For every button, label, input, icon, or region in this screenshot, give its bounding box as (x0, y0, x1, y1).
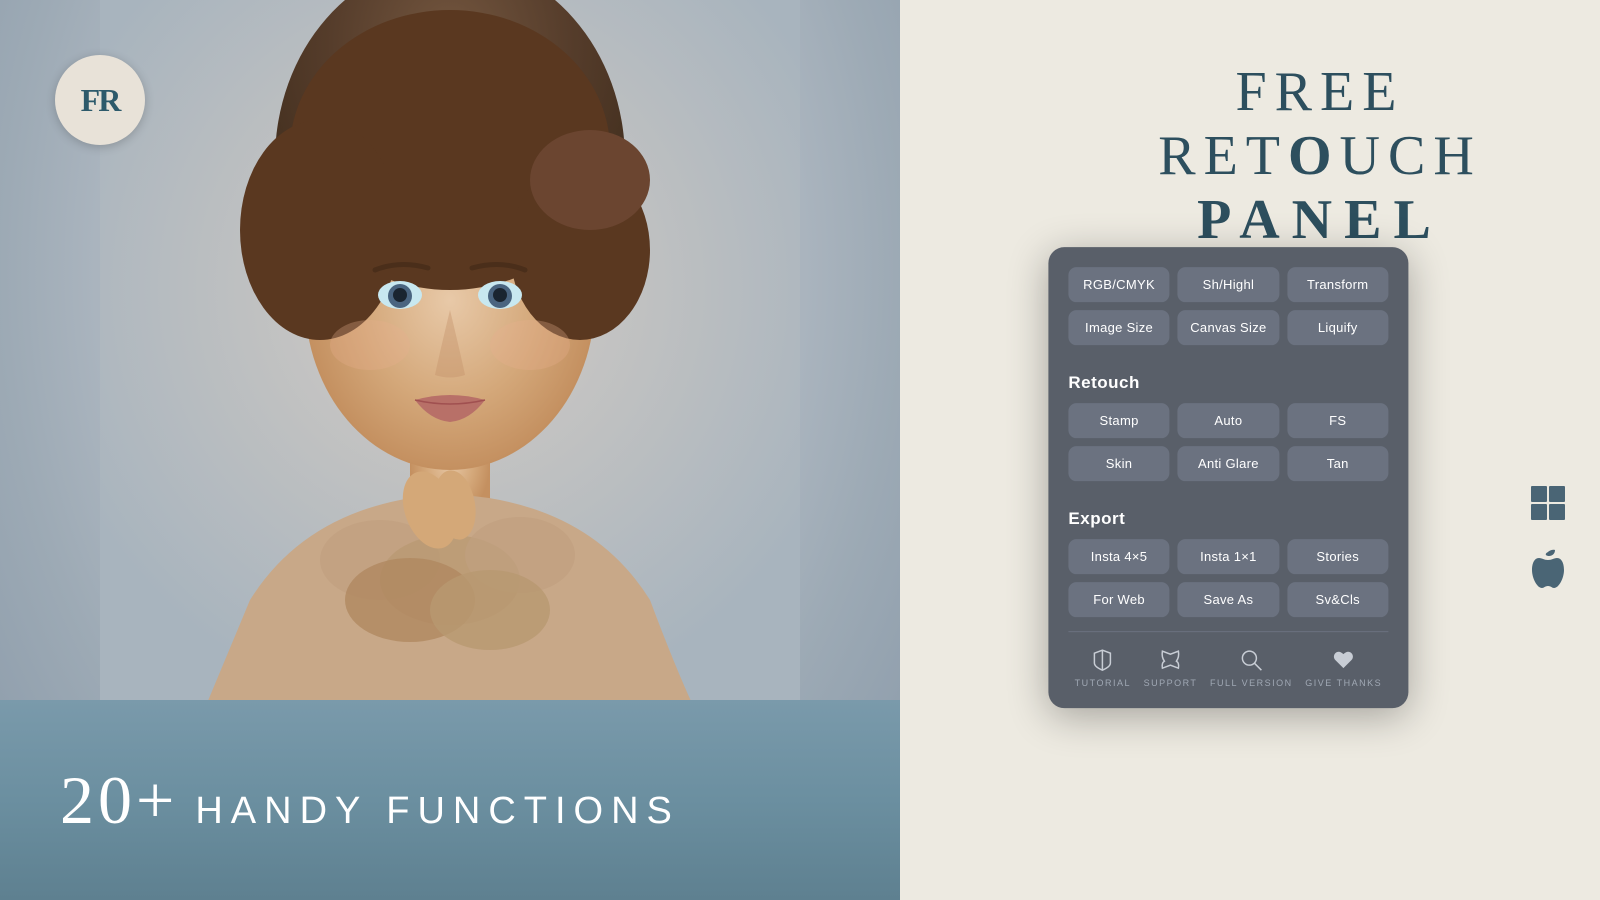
top-button-row-1: RGB/CMYK Sh/Highl Transform (1068, 267, 1388, 302)
save-as-button[interactable]: Save As (1178, 582, 1279, 617)
export-section-label: Export (1068, 509, 1388, 529)
full-version-icon (1237, 646, 1265, 674)
apple-icon (1525, 545, 1570, 590)
insta-11-button[interactable]: Insta 1×1 (1178, 539, 1279, 574)
give-thanks-label: GIVE THANKS (1305, 678, 1382, 688)
retouch-button-row-2: Skin Anti Glare Tan (1068, 446, 1388, 481)
panel-card: RGB/CMYK Sh/Highl Transform Image Size C… (1048, 247, 1408, 708)
tutorial-icon (1089, 646, 1117, 674)
auto-button[interactable]: Auto (1178, 403, 1279, 438)
platform-icons (1525, 480, 1570, 590)
top-button-row-2: Image Size Canvas Size Liquify (1068, 310, 1388, 345)
bottom-toolbar: TUTORIAL SUPPORT FULL VERSION (1068, 631, 1388, 688)
insta-45-button[interactable]: Insta 4×5 (1068, 539, 1169, 574)
sh-highl-button[interactable]: Sh/Highl (1178, 267, 1279, 302)
support-label: SUPPORT (1144, 678, 1198, 688)
logo: FR (55, 55, 145, 145)
photo-area: FR 20+ HANDY FUNCTIONS (0, 0, 900, 900)
retouch-section-label: Retouch (1068, 373, 1388, 393)
for-web-button[interactable]: For Web (1068, 582, 1169, 617)
support-icon (1157, 646, 1185, 674)
tutorial-toolbar-item[interactable]: TUTORIAL (1075, 646, 1131, 688)
fs-button[interactable]: FS (1287, 403, 1388, 438)
stories-button[interactable]: Stories (1287, 539, 1388, 574)
windows-icon (1525, 480, 1570, 525)
rgb-cmyk-button[interactable]: RGB/CMYK (1068, 267, 1169, 302)
tan-button[interactable]: Tan (1287, 446, 1388, 481)
support-toolbar-item[interactable]: SUPPORT (1144, 646, 1198, 688)
handy-functions-label: 20+ HANDY FUNCTIONS (60, 761, 680, 840)
transform-button[interactable]: Transform (1287, 267, 1388, 302)
full-version-label: FULL VERSION (1210, 678, 1293, 688)
anti-glare-button[interactable]: Anti Glare (1178, 446, 1279, 481)
retouch-button-row-1: Stamp Auto FS (1068, 403, 1388, 438)
sv-cls-button[interactable]: Sv&Cls (1287, 582, 1388, 617)
liquify-button[interactable]: Liquify (1287, 310, 1388, 345)
right-area: FREE RETOUCH PANEL RGB/CMYK Sh/H (900, 0, 1600, 900)
portrait-image (100, 0, 800, 720)
export-button-row-1: Insta 4×5 Insta 1×1 Stories (1068, 539, 1388, 574)
export-button-row-2: For Web Save As Sv&Cls (1068, 582, 1388, 617)
canvas-size-button[interactable]: Canvas Size (1178, 310, 1279, 345)
image-size-button[interactable]: Image Size (1068, 310, 1169, 345)
give-thanks-icon (1330, 646, 1358, 674)
skin-button[interactable]: Skin (1068, 446, 1169, 481)
panel-title: FREE RETOUCH PANEL (1070, 60, 1570, 252)
full-version-toolbar-item[interactable]: FULL VERSION (1210, 646, 1293, 688)
tutorial-label: TUTORIAL (1075, 678, 1131, 688)
give-thanks-toolbar-item[interactable]: GIVE THANKS (1305, 646, 1382, 688)
stamp-button[interactable]: Stamp (1068, 403, 1169, 438)
